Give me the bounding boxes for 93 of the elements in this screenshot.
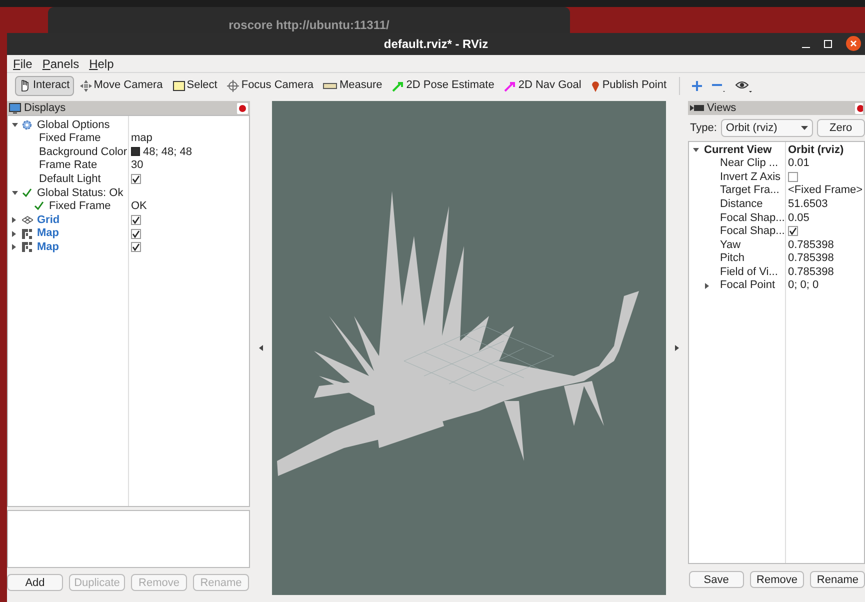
property-label: Invert Z Axis: [720, 170, 781, 185]
expand-arrow-icon[interactable]: [12, 230, 16, 237]
property-label: Fixed Frame: [49, 199, 111, 214]
panel-button[interactable]: Rename: [810, 571, 865, 588]
checkbox[interactable]: [131, 174, 141, 184]
property-label: Near Clip ...: [720, 156, 778, 172]
eye-icon[interactable]: [734, 78, 753, 92]
property-value: 0; 0; 0: [788, 278, 819, 294]
tool-button[interactable]: Interact: [15, 76, 74, 96]
checkbox[interactable]: [131, 242, 141, 252]
property-label: Global Options: [37, 118, 110, 133]
checkbox[interactable]: [788, 172, 798, 182]
panel-title: Displays: [24, 100, 66, 116]
tool-button[interactable]: Focus Camera: [223, 76, 318, 96]
tool-button[interactable]: Move Camera: [76, 76, 167, 96]
tool-button[interactable]: 2D Nav Goal: [500, 76, 586, 96]
property-label: Frame Rate: [39, 158, 98, 174]
panel-button[interactable]: Remove: [750, 571, 804, 588]
pin-icon: [591, 80, 600, 92]
property-value: 0.05: [788, 210, 810, 226]
panel-button[interactable]: Add: [7, 574, 63, 591]
property-label: Focal Shap...: [720, 210, 785, 226]
property-label: Focal Shap...: [720, 224, 785, 240]
ruler-icon: [323, 82, 338, 88]
property-value: Orbit (rviz): [788, 142, 844, 158]
tool-button[interactable]: Publish Point: [587, 76, 671, 96]
close-icon[interactable]: [846, 36, 861, 51]
map-icon: [22, 228, 32, 239]
property-value: 0.785398: [788, 251, 834, 266]
tool-button[interactable]: Measure: [319, 76, 386, 96]
maximize-icon[interactable]: [824, 40, 832, 48]
select-icon: [172, 80, 185, 90]
property-label: Focal Point: [720, 278, 776, 294]
property-label: Global Status: Ok: [37, 186, 124, 201]
expand-arrow-icon[interactable]: [693, 148, 699, 152]
property-value: 0.785398: [788, 264, 834, 280]
gear-icon: [22, 120, 32, 130]
tool-button[interactable]: Select: [168, 76, 222, 96]
expand-arrow-icon[interactable]: [12, 244, 16, 250]
checkmark-icon: [22, 188, 32, 198]
property-label: Map: [37, 226, 59, 242]
arrow-icon: [504, 80, 516, 92]
panel-button[interactable]: Save: [689, 571, 744, 588]
type-label: Type:: [690, 120, 717, 136]
menu-item[interactable]: Panels: [42, 54, 80, 72]
property-label: Yaw: [720, 238, 741, 253]
window-title: roscore http://ubuntu:11311/: [228, 17, 390, 34]
property-value: 30: [131, 158, 144, 174]
property-label: Background Color: [39, 144, 128, 160]
tool-button[interactable]: 2D Pose Estimate: [388, 76, 498, 96]
arrow-icon: [392, 80, 404, 92]
camera-icon: [690, 104, 704, 112]
type-dropdown[interactable]: Orbit (rviz): [720, 119, 813, 137]
panel-title: Views: [707, 100, 736, 116]
property-label: Pitch: [720, 251, 744, 266]
property-value: 0.785398: [788, 238, 834, 253]
property-value: map: [131, 131, 152, 146]
property-label: Grid: [37, 212, 60, 228]
property-label: Field of Vi...: [720, 264, 778, 280]
property-label: Target Fra...: [720, 183, 780, 198]
property-label: Fixed Frame: [39, 131, 101, 146]
move-icon: [80, 80, 92, 92]
property-value: <Fixed Frame>: [788, 183, 863, 198]
checkmark-icon: [34, 201, 44, 212]
expand-arrow-icon[interactable]: [12, 216, 16, 223]
property-value: 48; 48; 48: [143, 144, 192, 160]
dropdown-arrow-icon: [800, 126, 808, 130]
checkbox[interactable]: [131, 214, 141, 225]
menu-item[interactable]: Help: [89, 54, 114, 72]
expand-arrow-icon[interactable]: [12, 190, 18, 195]
property-value: 51.6503: [788, 196, 828, 212]
property-label: Current View: [704, 142, 772, 158]
property-label: Map: [37, 240, 59, 255]
collapse-handle[interactable]: [675, 345, 679, 351]
plus-icon[interactable]: [690, 80, 703, 92]
expand-arrow-icon[interactable]: [705, 282, 709, 289]
checkbox[interactable]: [788, 226, 798, 236]
grid-icon: [22, 216, 33, 224]
hand-icon: [19, 79, 31, 92]
expand-arrow-icon[interactable]: [12, 122, 18, 127]
crosshair-icon: [227, 80, 240, 92]
3d-viewport[interactable]: [272, 101, 666, 595]
monitor-icon: [9, 102, 21, 114]
menu-item[interactable]: File: [13, 54, 32, 72]
window-title: default.rviz* - RViz: [384, 36, 488, 53]
property-label: Distance: [720, 196, 763, 212]
checkbox[interactable]: [131, 228, 141, 239]
property-label: Default Light: [39, 172, 101, 187]
property-value: 0.01: [788, 156, 810, 172]
property-value: OK: [131, 199, 147, 214]
zero-button[interactable]: Zero: [816, 119, 865, 137]
collapse-handle[interactable]: [259, 345, 263, 351]
map-icon: [22, 242, 32, 252]
